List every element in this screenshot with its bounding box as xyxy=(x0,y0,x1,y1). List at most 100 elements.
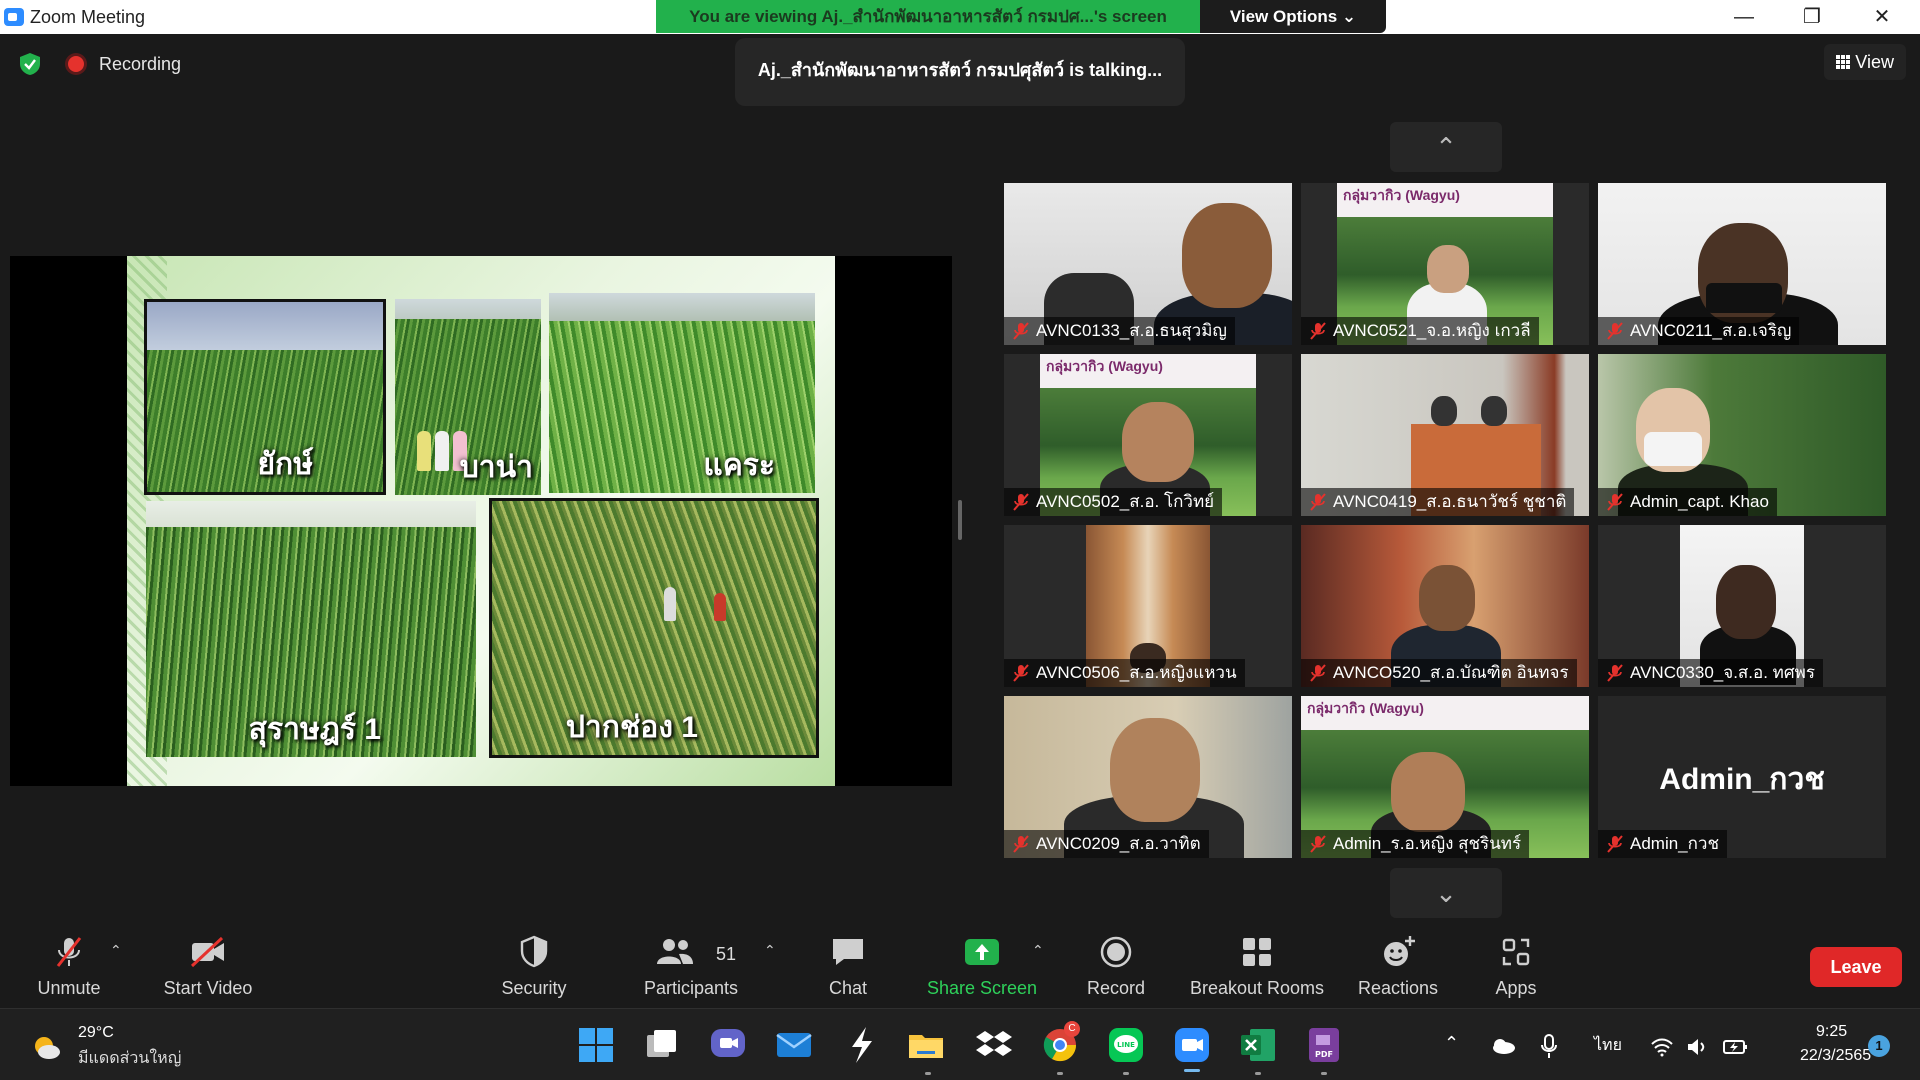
participant-name: Admin_กวช xyxy=(1598,830,1728,858)
participants-button[interactable]: 51 Participants xyxy=(626,922,756,1008)
file-explorer-icon[interactable] xyxy=(906,1025,946,1065)
recording-dot-icon xyxy=(68,56,84,72)
shared-screen: ยักษ์ บาน่า แคระ สุราษฎร์ 1 ปากช่อง 1 xyxy=(10,256,952,786)
security-button[interactable]: Security xyxy=(486,922,582,1008)
close-icon[interactable]: ✕ xyxy=(1852,0,1912,34)
video-tile[interactable]: AVNC0330_จ.ส.อ. ทศพร xyxy=(1598,525,1886,687)
unmute-button[interactable]: Unmute xyxy=(20,922,118,1008)
zoom-app-icon[interactable] xyxy=(1172,1025,1212,1065)
reactions-icon xyxy=(1384,936,1415,966)
slide-photo-5: ปากช่อง 1 xyxy=(489,498,819,758)
onedrive-cloud-icon[interactable] xyxy=(1490,1037,1516,1055)
video-tile[interactable]: AVNC0209_ส.อ.วาทิต xyxy=(1004,696,1292,858)
muted-mic-icon xyxy=(1013,835,1029,853)
clock-date[interactable]: 22/3/2565 xyxy=(1800,1047,1871,1065)
muted-mic-icon xyxy=(1310,322,1326,340)
slide-caption: แคระ xyxy=(703,449,775,482)
video-tile[interactable]: AVNC0211_ส.อ.เจริญ xyxy=(1598,183,1886,345)
share-screen-button[interactable]: Share Screen xyxy=(922,922,1042,1008)
video-tile[interactable]: AVNC0419_ส.อ.ธนาวัชร์ ชูชาติ xyxy=(1301,354,1589,516)
notification-badge[interactable]: 1 xyxy=(1868,1035,1890,1057)
shield-icon xyxy=(520,935,548,968)
participants-caret-icon[interactable]: ⌃ xyxy=(764,942,776,959)
gallery-down-arrow-icon[interactable]: ⌄ xyxy=(1390,868,1502,918)
minimize-icon[interactable]: — xyxy=(1714,0,1774,34)
muted-mic-icon xyxy=(1607,322,1623,340)
zoom-logo-icon xyxy=(4,8,24,26)
weather-description[interactable]: มีแดดส่วนใหญ่ xyxy=(78,1046,181,1071)
speaker-volume-icon[interactable] xyxy=(1686,1037,1708,1057)
reactions-button[interactable]: Reactions xyxy=(1346,922,1450,1008)
clock-time[interactable]: 9:25 xyxy=(1816,1023,1916,1041)
dropbox-icon[interactable] xyxy=(974,1025,1014,1065)
video-tile[interactable]: กลุ่มวากิว (Wagyu) AVNC0502_ส.อ. โกวิทย์ xyxy=(1004,354,1292,516)
chat-button[interactable]: Chat xyxy=(808,922,888,1008)
temperature[interactable]: 29°C xyxy=(78,1024,114,1042)
participants-icon xyxy=(657,939,694,964)
slide-caption: บาน่า xyxy=(459,451,533,484)
tray-expand-chevron-icon[interactable]: ⌃ xyxy=(1444,1033,1459,1054)
task-view-icon[interactable] xyxy=(642,1025,682,1065)
view-button[interactable]: View xyxy=(1824,44,1906,80)
video-tile[interactable]: AVNC0506_ส.อ.หญิงแหวน xyxy=(1004,525,1292,687)
start-windows-icon[interactable] xyxy=(576,1025,616,1065)
presentation-slide: ยักษ์ บาน่า แคระ สุราษฎร์ 1 ปากช่อง 1 xyxy=(127,256,835,786)
svg-text:PDF: PDF xyxy=(1315,1050,1333,1059)
start-video-button[interactable]: Start Video xyxy=(150,922,266,1008)
muted-mic-icon xyxy=(56,937,82,967)
restore-icon[interactable]: ❐ xyxy=(1782,0,1842,34)
active-speaker-notice: Aj._สำนักพัฒนาอาหารสัตว์ กรมปศุสัตว์ is … xyxy=(735,38,1185,106)
battery-charging-icon[interactable] xyxy=(1722,1037,1748,1057)
video-tile[interactable]: AVNC0133_ส.อ.ธนสุวมิญ xyxy=(1004,183,1292,345)
audio-options-caret-icon[interactable]: ⌃ xyxy=(110,942,122,959)
microphone-tray-icon[interactable] xyxy=(1540,1033,1558,1059)
line-app-icon[interactable]: LINE xyxy=(1106,1025,1146,1065)
weather-sunny-icon[interactable] xyxy=(30,1033,62,1061)
video-tile[interactable]: กลุ่มวากิว (Wagyu) Admin_ร.อ.หญิง สุชริน… xyxy=(1301,696,1589,858)
muted-mic-icon xyxy=(1013,493,1029,511)
slide-caption: สุราษฎร์ 1 xyxy=(248,713,381,746)
slide-caption: ยักษ์ xyxy=(257,448,313,481)
excel-icon[interactable] xyxy=(1238,1025,1278,1065)
breakout-rooms-button[interactable]: Breakout Rooms xyxy=(1184,922,1330,1008)
participant-name: AVNC0133_ส.อ.ธนสุวมิญ xyxy=(1004,317,1235,345)
teams-chat-icon[interactable] xyxy=(708,1025,748,1065)
participants-count: 51 xyxy=(716,944,737,964)
participant-name: Admin_capt. Khao xyxy=(1598,488,1777,516)
recording-label[interactable]: Recording xyxy=(99,54,181,75)
muted-mic-icon xyxy=(1607,835,1623,853)
wagyu-banner: กลุ่มวากิว (Wagyu) xyxy=(1040,354,1256,388)
share-caret-icon[interactable]: ⌃ xyxy=(1032,942,1044,959)
record-button[interactable]: Record xyxy=(1076,922,1156,1008)
view-options-button[interactable]: View Options ⌄ xyxy=(1200,0,1386,33)
muted-mic-icon xyxy=(1607,664,1623,682)
split-drag-handle[interactable] xyxy=(958,500,962,540)
leave-button[interactable]: Leave xyxy=(1810,947,1902,987)
muted-mic-icon xyxy=(1607,493,1623,511)
wagyu-banner: กลุ่มวากิว (Wagyu) xyxy=(1337,183,1553,217)
app-bolt-icon[interactable] xyxy=(842,1025,882,1065)
breakout-rooms-icon xyxy=(1243,938,1271,966)
slide-photo-1: ยักษ์ xyxy=(144,299,386,495)
input-language[interactable]: ไทย xyxy=(1594,1033,1622,1058)
video-tile[interactable]: AVNCO520_ส.อ.บัณฑิต อินทจร xyxy=(1301,525,1589,687)
mail-icon[interactable] xyxy=(774,1025,814,1065)
video-tile[interactable]: Admin_capt. Khao xyxy=(1598,354,1886,516)
participant-name: AVNC0211_ส.อ.เจริญ xyxy=(1598,317,1800,345)
participant-name: AVNCO520_ส.อ.บัณฑิต อินทจร xyxy=(1301,659,1577,687)
video-tile[interactable]: Admin_กวช Admin_กวช xyxy=(1598,696,1886,858)
gallery-up-arrow-icon[interactable]: ⌃ xyxy=(1390,122,1502,172)
encryption-shield-icon[interactable] xyxy=(18,52,42,76)
participant-name: Admin_ร.อ.หญิง สุชรินทร์ xyxy=(1301,830,1530,858)
pdf-app-icon[interactable]: PDF xyxy=(1304,1025,1344,1065)
apps-icon xyxy=(1502,938,1530,966)
wagyu-banner: กลุ่มวากิว (Wagyu) xyxy=(1301,696,1589,730)
video-tile[interactable]: กลุ่มวากิว (Wagyu) AVNC0521_จ.อ.หญิง เกว… xyxy=(1301,183,1589,345)
apps-button[interactable]: Apps xyxy=(1476,922,1556,1008)
muted-mic-icon xyxy=(1310,835,1326,853)
share-screen-icon xyxy=(965,939,999,965)
muted-mic-icon xyxy=(1013,664,1029,682)
window-title: Zoom Meeting xyxy=(30,7,146,27)
slide-caption: ปากช่อง 1 xyxy=(565,711,698,744)
wifi-icon[interactable] xyxy=(1650,1037,1674,1057)
